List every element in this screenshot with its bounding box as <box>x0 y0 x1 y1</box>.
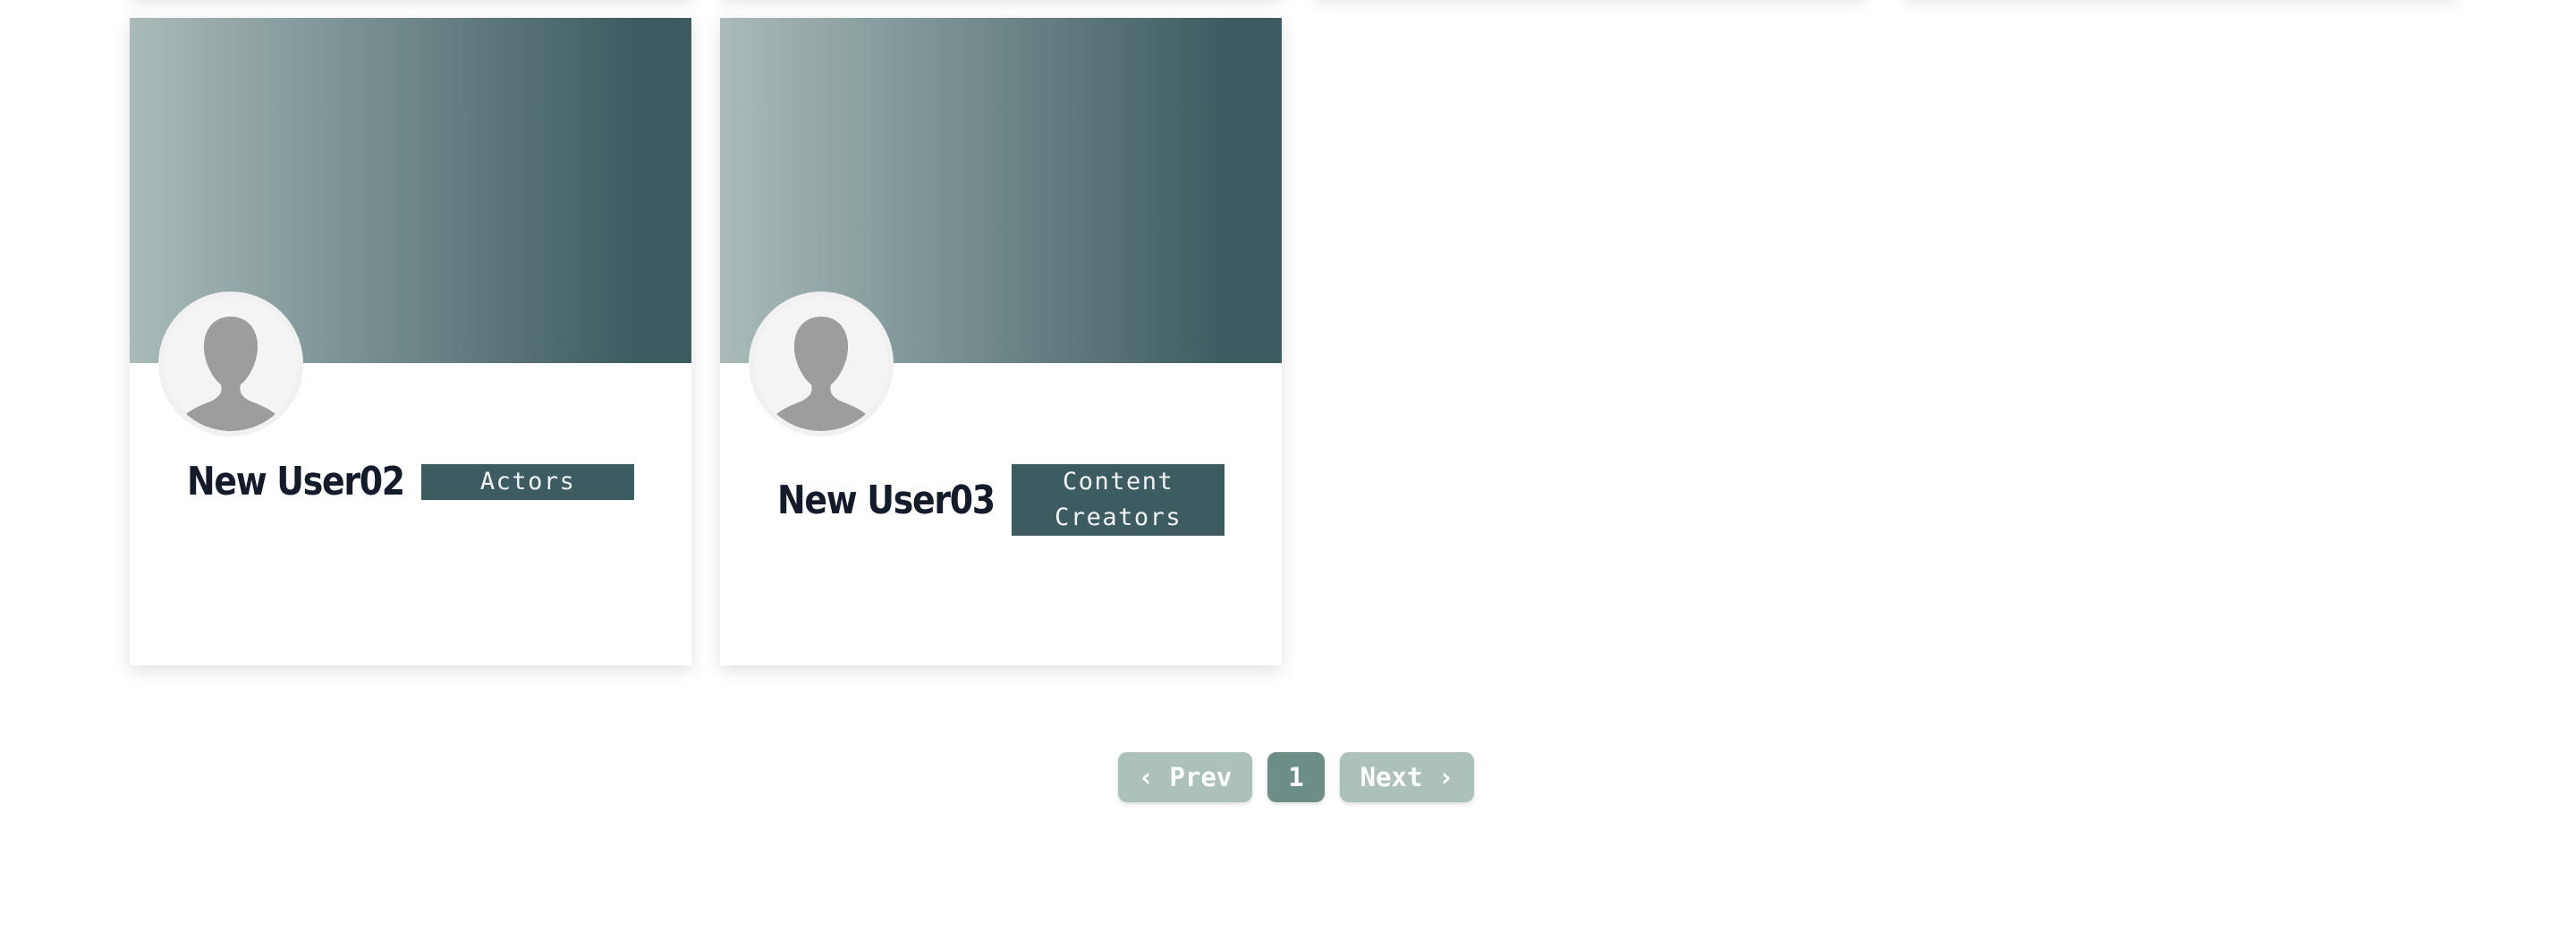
page: New User02 Actors New User03 Content Cre… <box>0 0 2576 948</box>
name-row: New User02 Actors <box>187 459 634 504</box>
page-number-button[interactable]: 1 <box>1267 752 1325 802</box>
default-user-silhouette-icon <box>164 297 298 431</box>
avatar[interactable] <box>158 292 303 436</box>
category-badge[interactable]: Actors <box>421 463 634 500</box>
avatar[interactable] <box>749 292 894 436</box>
pagination: ‹ Prev 1 Next › <box>1118 752 1474 802</box>
user-card[interactable]: New User03 Content Creators <box>720 18 1282 665</box>
user-card[interactable]: New User02 Actors <box>130 18 691 665</box>
name-row: New User03 Content Creators <box>777 464 1224 536</box>
user-name[interactable]: New User03 <box>777 478 996 523</box>
prev-page-button[interactable]: ‹ Prev <box>1118 752 1252 802</box>
next-page-button[interactable]: Next › <box>1340 752 1474 802</box>
user-name[interactable]: New User02 <box>187 459 405 504</box>
default-user-silhouette-icon <box>754 297 888 431</box>
category-badge[interactable]: Content Creators <box>1012 464 1224 536</box>
